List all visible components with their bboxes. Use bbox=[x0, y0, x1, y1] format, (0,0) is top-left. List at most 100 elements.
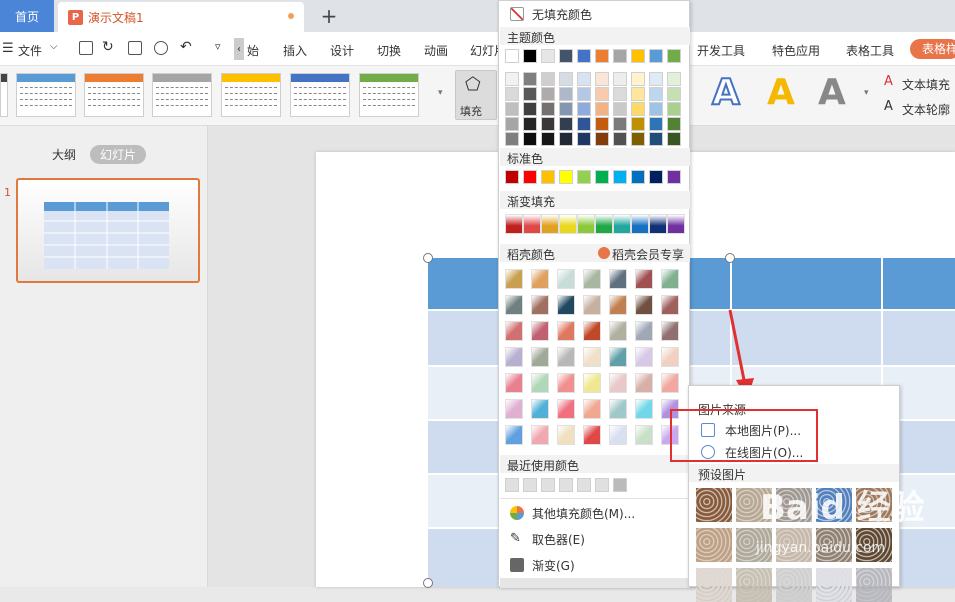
color-swatch[interactable] bbox=[631, 170, 645, 184]
table-style-swatch[interactable] bbox=[221, 73, 281, 117]
docer-swatch[interactable] bbox=[531, 373, 549, 393]
docer-swatch[interactable] bbox=[583, 399, 601, 419]
gradient-swatch[interactable] bbox=[613, 214, 631, 234]
color-swatch[interactable] bbox=[577, 132, 591, 146]
docer-swatch[interactable] bbox=[583, 295, 601, 315]
color-swatch[interactable] bbox=[613, 49, 627, 63]
color-swatch[interactable] bbox=[613, 170, 627, 184]
color-swatch[interactable] bbox=[649, 102, 663, 116]
menu-table-style[interactable]: 表格样 bbox=[910, 39, 955, 59]
color-swatch[interactable] bbox=[541, 72, 555, 86]
color-swatch[interactable] bbox=[559, 478, 573, 492]
color-swatch[interactable] bbox=[595, 49, 609, 63]
color-swatch[interactable] bbox=[667, 72, 681, 86]
color-swatch[interactable] bbox=[541, 102, 555, 116]
tab-home[interactable]: 首页 bbox=[0, 0, 54, 32]
menu-insert[interactable]: 插入 bbox=[283, 42, 307, 59]
tab-outline[interactable]: 大纲 bbox=[52, 146, 76, 163]
menu-developer[interactable]: 开发工具 bbox=[697, 42, 745, 59]
color-swatch[interactable] bbox=[613, 117, 627, 131]
menu-transition[interactable]: 切换 bbox=[377, 42, 401, 59]
table-style-swatch[interactable] bbox=[359, 73, 419, 117]
color-swatch[interactable] bbox=[505, 49, 519, 63]
gradient-swatch[interactable] bbox=[523, 214, 541, 234]
scroll-left-button[interactable]: ‹ bbox=[234, 38, 244, 60]
docer-swatch[interactable] bbox=[583, 347, 601, 367]
preset-texture[interactable] bbox=[856, 568, 892, 602]
color-swatch[interactable] bbox=[649, 132, 663, 146]
docer-swatch[interactable] bbox=[505, 321, 523, 341]
print-icon[interactable] bbox=[128, 41, 142, 55]
color-swatch[interactable] bbox=[523, 49, 537, 63]
docer-swatch[interactable] bbox=[661, 373, 679, 393]
color-swatch[interactable] bbox=[649, 87, 663, 101]
docer-swatch[interactable] bbox=[609, 425, 627, 445]
menu-file[interactable]: 文件 bbox=[18, 42, 42, 59]
ribbon-scroll-icon[interactable]: ▾ bbox=[438, 88, 443, 98]
docer-swatch[interactable] bbox=[609, 295, 627, 315]
docer-swatch[interactable] bbox=[609, 321, 627, 341]
color-swatch[interactable] bbox=[595, 102, 609, 116]
color-swatch[interactable] bbox=[631, 49, 645, 63]
docer-swatch[interactable] bbox=[609, 373, 627, 393]
docer-swatch[interactable] bbox=[583, 425, 601, 445]
docer-swatch[interactable] bbox=[557, 425, 575, 445]
gradient-swatch[interactable] bbox=[559, 214, 577, 234]
color-swatch[interactable] bbox=[649, 72, 663, 86]
menu-features[interactable]: 特色应用 bbox=[772, 42, 820, 59]
wordart-style-icon[interactable]: A bbox=[818, 72, 846, 113]
docer-swatch[interactable] bbox=[531, 321, 549, 341]
docer-swatch[interactable] bbox=[505, 425, 523, 445]
eyedropper-option[interactable]: ✎ 取色器(E) bbox=[500, 527, 690, 551]
docer-swatch[interactable] bbox=[531, 425, 549, 445]
color-swatch[interactable] bbox=[541, 117, 555, 131]
docer-swatch[interactable] bbox=[635, 399, 653, 419]
color-swatch[interactable] bbox=[505, 170, 519, 184]
color-swatch[interactable] bbox=[631, 72, 645, 86]
color-swatch[interactable] bbox=[577, 102, 591, 116]
color-swatch[interactable] bbox=[649, 49, 663, 63]
hamburger-icon[interactable]: ☰ bbox=[2, 41, 14, 56]
docer-swatch[interactable] bbox=[583, 373, 601, 393]
gradient-swatch[interactable] bbox=[505, 214, 523, 234]
no-fill-option[interactable]: 无填充颜色 bbox=[500, 2, 690, 26]
docer-swatch[interactable] bbox=[635, 321, 653, 341]
color-swatch[interactable] bbox=[667, 117, 681, 131]
preview-icon[interactable] bbox=[154, 41, 168, 55]
gradient-swatch[interactable] bbox=[667, 214, 685, 234]
table-style-swatch[interactable] bbox=[0, 73, 8, 117]
color-swatch[interactable] bbox=[541, 49, 555, 63]
menu-start[interactable]: 始 bbox=[247, 42, 259, 59]
docer-swatch[interactable] bbox=[609, 399, 627, 419]
gradient-swatch[interactable] bbox=[631, 214, 649, 234]
text-outline-icon[interactable]: A bbox=[884, 99, 893, 114]
docer-swatch[interactable] bbox=[635, 347, 653, 367]
gradient-swatch[interactable] bbox=[649, 214, 667, 234]
color-swatch[interactable] bbox=[667, 87, 681, 101]
docer-swatch[interactable] bbox=[661, 269, 679, 289]
docer-swatch[interactable] bbox=[531, 347, 549, 367]
docer-swatch[interactable] bbox=[635, 425, 653, 445]
gradient-swatch[interactable] bbox=[577, 214, 595, 234]
docer-swatch[interactable] bbox=[557, 295, 575, 315]
color-swatch[interactable] bbox=[577, 72, 591, 86]
docer-swatch[interactable] bbox=[531, 269, 549, 289]
wordart-style-icon[interactable]: A bbox=[767, 72, 795, 113]
color-swatch[interactable] bbox=[523, 132, 537, 146]
color-swatch[interactable] bbox=[667, 170, 681, 184]
preset-texture[interactable] bbox=[696, 528, 732, 562]
color-swatch[interactable] bbox=[523, 87, 537, 101]
text-fill-icon[interactable]: A bbox=[884, 74, 893, 89]
color-swatch[interactable] bbox=[613, 478, 627, 492]
menu-animation[interactable]: 动画 bbox=[424, 42, 448, 59]
color-swatch[interactable] bbox=[541, 87, 555, 101]
color-swatch[interactable] bbox=[523, 102, 537, 116]
color-swatch[interactable] bbox=[505, 72, 519, 86]
table-style-swatch[interactable] bbox=[152, 73, 212, 117]
preset-texture[interactable] bbox=[696, 488, 732, 522]
docer-swatch[interactable] bbox=[661, 321, 679, 341]
color-swatch[interactable] bbox=[559, 170, 573, 184]
preset-texture[interactable] bbox=[776, 568, 812, 602]
color-swatch[interactable] bbox=[577, 478, 591, 492]
wordart-style-icon[interactable]: A bbox=[711, 71, 741, 114]
